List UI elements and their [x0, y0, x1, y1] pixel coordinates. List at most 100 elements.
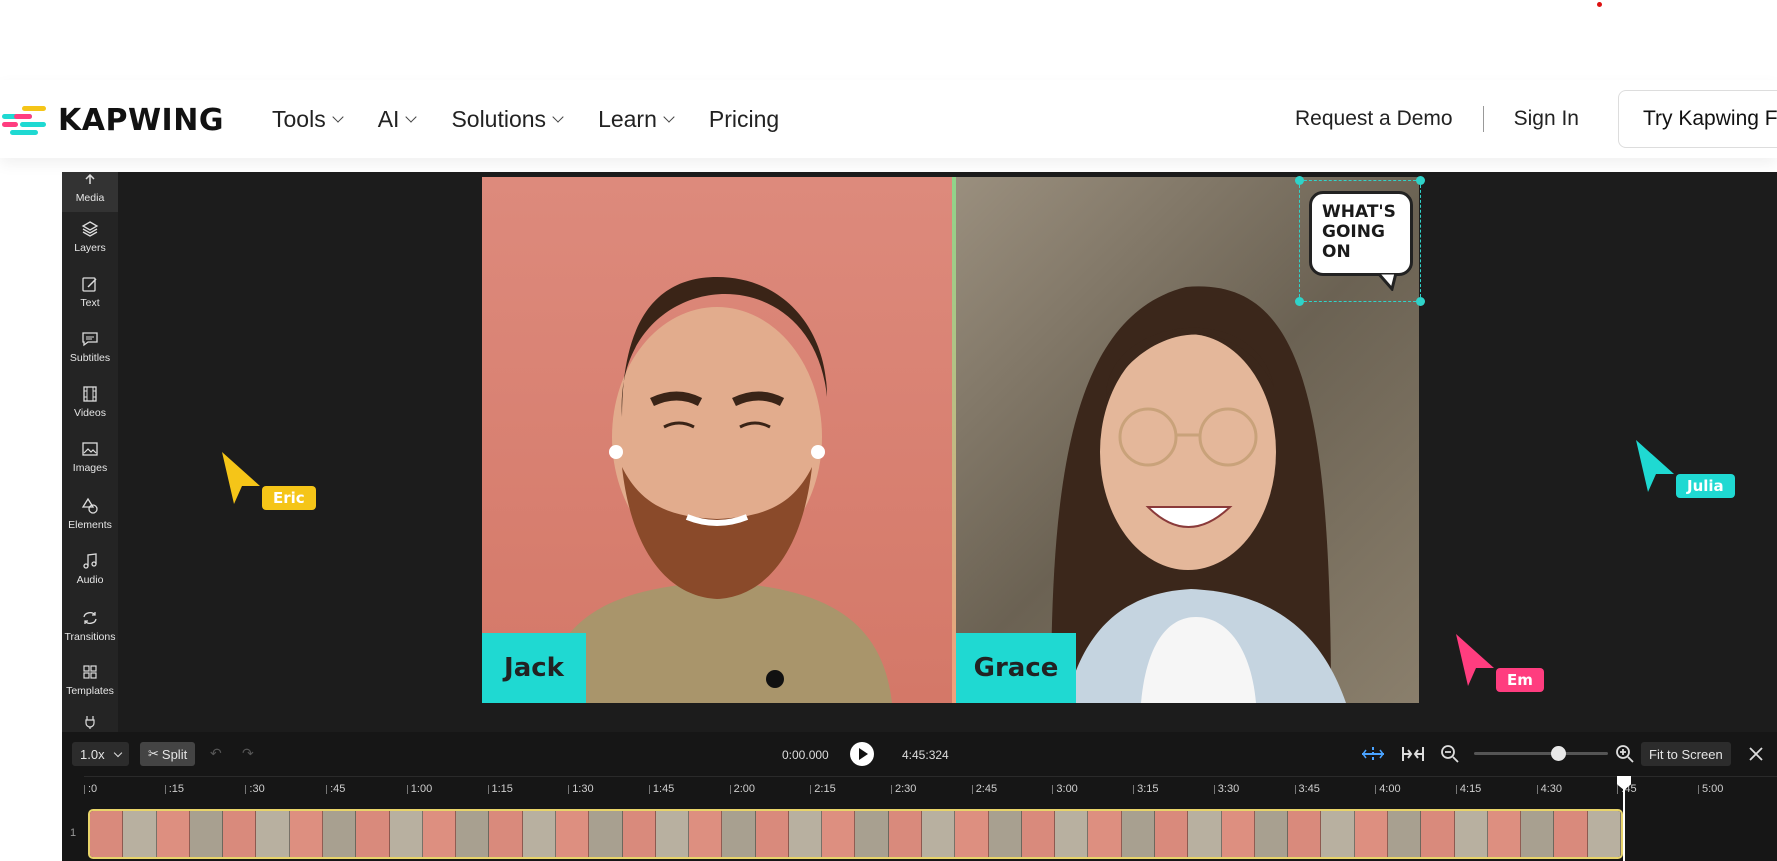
zoom-in-icon[interactable] [1615, 744, 1635, 764]
menu-learn[interactable]: Learn [598, 106, 675, 133]
clip-thumbnail [1288, 811, 1322, 857]
ruler-tick: 1:00 [406, 783, 433, 795]
undo-icon[interactable]: ↶ [210, 745, 222, 762]
clip-thumbnail [555, 811, 590, 857]
clip-thumbnail [422, 811, 457, 857]
chevron-down-icon [113, 748, 122, 757]
timeline-ruler[interactable]: :0:15:30:45 1:00 1:15 1:30 1:45 2:00 2:15 2:30 2… [83, 776, 1777, 805]
sidebar-item-videos[interactable]: Videos [62, 377, 118, 427]
clip-thumbnail [489, 811, 523, 857]
clip-thumbnail [1421, 811, 1455, 857]
clip-thumbnail [289, 811, 323, 857]
menu-tools-label: Tools [272, 105, 326, 132]
sidebar-item-images[interactable]: Images [62, 432, 118, 482]
sidebar-item-label: Media [75, 192, 105, 204]
clip-thumbnail [655, 811, 690, 857]
clip-thumbnail [855, 811, 889, 857]
sidebar-item-media[interactable]: Media [62, 172, 118, 212]
sticker-line: ON [1322, 242, 1351, 262]
sidebar-item-label: Subtitles [69, 352, 111, 364]
sign-in-link[interactable]: Sign In [1514, 107, 1579, 131]
sidebar-item-label: Videos [74, 407, 106, 419]
video-canvas[interactable]: Jack Grace WHAT'S GOING ON [482, 176, 1425, 703]
collaborator-cursor-em: Em [1454, 632, 1544, 693]
videos-icon [80, 385, 100, 403]
plug-icon [80, 713, 100, 731]
menu-tools[interactable]: Tools [272, 105, 344, 133]
split-label: Split [161, 746, 188, 762]
ruler-tick: 3:00 [1052, 783, 1078, 795]
sidebar-item-layers[interactable]: Layers [62, 212, 118, 262]
ruler-tick: 3:15 [1133, 783, 1159, 795]
timeline-toolbar: 1.0x ✂ Split ↶ ↷ 0:00.000 4:45:324 Fit t… [62, 732, 1777, 776]
sidebar-item-subtitles[interactable]: Subtitles [62, 322, 118, 372]
audio-icon [80, 552, 100, 570]
clip-thumbnail [1155, 811, 1189, 857]
clip-thumbnail [90, 811, 124, 857]
sticker-line: WHAT'S [1322, 202, 1396, 222]
clip-thumbnail [1387, 811, 1422, 857]
elements-icon [80, 497, 100, 515]
editor-preview: Media Layers Text Subtitles Videos Image… [62, 172, 1777, 861]
zoom-slider-thumb[interactable] [1551, 746, 1567, 761]
sidebar-item-templates[interactable]: Templates [62, 655, 118, 705]
clip-thumbnail [156, 811, 190, 857]
clip-thumbnail [589, 811, 623, 857]
close-icon[interactable] [1748, 746, 1764, 762]
cursor-label-em: Em [1496, 668, 1544, 692]
play-button[interactable] [850, 742, 874, 766]
clip-thumbnail [689, 811, 723, 857]
snap-icon[interactable] [1360, 744, 1386, 764]
ruler-tick: :15 [164, 783, 184, 795]
redo-icon[interactable]: ↷ [242, 745, 254, 762]
sidebar-item-label: Layers [74, 242, 106, 254]
video-track-clip[interactable] [88, 809, 1623, 859]
ruler-tick: 2:30 [890, 783, 917, 795]
clip-thumbnail [123, 811, 157, 857]
speed-select[interactable]: 1.0x [72, 742, 129, 766]
sidebar-item-transitions[interactable]: Transitions [62, 601, 118, 651]
kapwing-logo[interactable]: KAPWING [2, 103, 224, 138]
nav-right: Request a Demo Sign In [1295, 80, 1579, 158]
menu-solutions[interactable]: Solutions [451, 106, 564, 133]
split-button[interactable]: ✂ Split [140, 742, 196, 766]
cursor-label-julia: Julia [1676, 474, 1735, 498]
clip-thumbnail [1487, 811, 1522, 857]
clip-thumbnail [1088, 811, 1122, 857]
sidebar-item-audio[interactable]: Audio [62, 544, 118, 594]
kapwing-logo-icon [2, 106, 46, 135]
timeline: 1.0x ✂ Split ↶ ↷ 0:00.000 4:45:324 Fit t… [62, 732, 1777, 861]
playhead[interactable] [1623, 776, 1625, 861]
clip-thumbnail [356, 811, 390, 857]
sidebar-item-text[interactable]: Text [62, 267, 118, 317]
text-icon [80, 275, 100, 293]
clip-thumbnail [223, 811, 257, 857]
clip-thumbnail [1321, 811, 1355, 857]
try-kapwing-button[interactable]: Try Kapwing F [1618, 90, 1777, 148]
menu-pricing[interactable]: Pricing [709, 106, 779, 133]
whats-going-on-sticker[interactable]: WHAT'S GOING ON [1295, 176, 1425, 306]
resize-handle[interactable] [1295, 297, 1304, 306]
request-demo-link[interactable]: Request a Demo [1295, 107, 1453, 131]
resize-handle[interactable] [1416, 176, 1425, 185]
ruler-tick: 1:30 [568, 783, 594, 795]
sidebar-item-elements[interactable]: Elements [62, 489, 118, 539]
clip-thumbnail [1587, 811, 1621, 857]
fit-timeline-icon[interactable] [1400, 744, 1426, 764]
chevron-down-icon [663, 110, 675, 123]
clip-thumbnail [1121, 811, 1155, 857]
ruler-tick: 4:15 [1455, 783, 1482, 795]
clip-thumbnail [189, 811, 224, 857]
zoom-out-icon[interactable] [1440, 744, 1460, 764]
clip-thumbnail [722, 811, 756, 857]
name-tag-jack: Jack [482, 633, 586, 703]
video-panel-jack[interactable]: Jack [482, 177, 952, 703]
fit-to-screen-button[interactable]: Fit to Screen [1641, 742, 1731, 766]
ruler-tick: 4:00 [1375, 783, 1401, 795]
zoom-slider[interactable] [1474, 746, 1608, 761]
menu-ai[interactable]: AI [378, 106, 418, 133]
red-dot [1597, 2, 1602, 7]
clip-thumbnail [522, 811, 556, 857]
resize-handle[interactable] [1416, 297, 1425, 306]
resize-handle[interactable] [1295, 176, 1304, 185]
